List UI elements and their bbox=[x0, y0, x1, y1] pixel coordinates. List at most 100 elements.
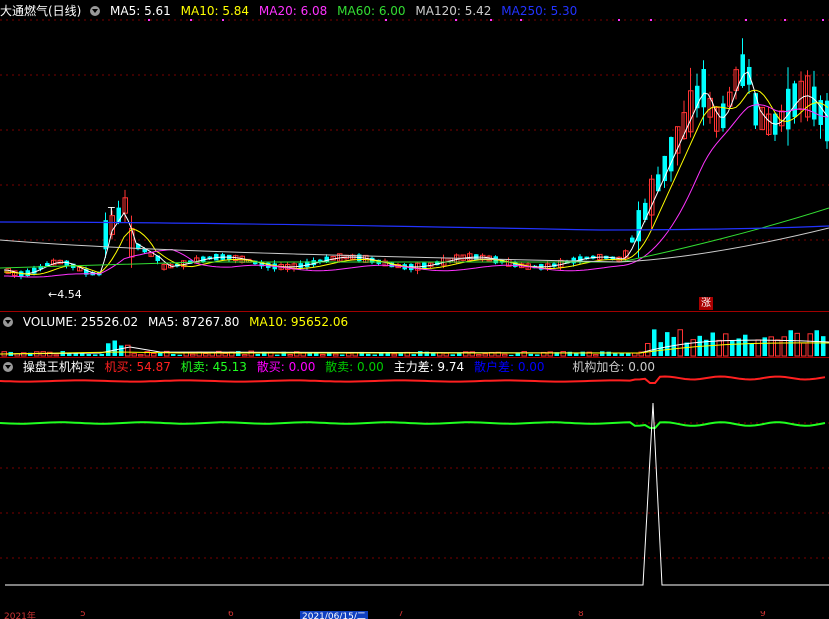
volume-bar bbox=[138, 354, 144, 357]
volume-bar bbox=[710, 332, 715, 356]
volume-bar bbox=[151, 352, 157, 357]
volume-bar bbox=[801, 342, 807, 357]
volume-bar bbox=[80, 353, 85, 356]
volume-bar bbox=[450, 354, 455, 356]
volume-bar bbox=[300, 352, 306, 357]
volume-bar bbox=[340, 354, 345, 356]
jigou-mai-out-line bbox=[0, 421, 826, 429]
volume-bar bbox=[821, 336, 826, 356]
volume-bar bbox=[99, 353, 104, 356]
volume-ma10-label: MA10: 95652.06 bbox=[249, 315, 349, 329]
arrow-icon: ← bbox=[48, 288, 58, 301]
volume-bar bbox=[749, 343, 754, 356]
indicator-legend: 操盘王机构买 机买: 54.87 机卖: 45.13 散买: 0.00 散卖: … bbox=[0, 358, 661, 376]
jigou-mai-label: 机买: 54.87 bbox=[104, 360, 171, 374]
price-legend: 大通燃气(日线) MA5: 5.61 MA10: 5.84 MA20: 6.08… bbox=[0, 2, 583, 20]
volume-settings-icon[interactable] bbox=[3, 317, 13, 327]
volume-bar bbox=[372, 354, 377, 356]
volume-bar bbox=[171, 354, 176, 356]
date-month-8: 8 bbox=[578, 611, 584, 619]
indicator-name[interactable]: 操盘王机构买 bbox=[23, 360, 95, 374]
volume-bar bbox=[242, 354, 248, 357]
t-marker: T bbox=[108, 205, 115, 218]
jigou-jiacang-label: 机构加仓: 0.00 bbox=[572, 360, 655, 374]
volume-bar bbox=[53, 354, 59, 357]
volume-bar bbox=[580, 351, 585, 356]
volume-bar bbox=[606, 351, 611, 356]
volume-bar bbox=[807, 333, 813, 357]
volume-bar bbox=[743, 334, 748, 356]
volume-value-label: VOLUME: 25526.02 bbox=[22, 315, 139, 329]
zhuli-cha-label: 主力差: 9.74 bbox=[393, 360, 465, 374]
volume-bar bbox=[665, 332, 670, 356]
ma250-line bbox=[0, 221, 829, 231]
ma20-line bbox=[4, 104, 829, 278]
volume-bar bbox=[112, 340, 117, 356]
zhuli-cha-line bbox=[5, 402, 829, 586]
volume-bar bbox=[119, 345, 124, 356]
volume-bar bbox=[222, 352, 228, 357]
volume-bar bbox=[502, 353, 508, 357]
signal-dot bbox=[618, 19, 620, 21]
selected-date[interactable]: 2021/06/15/二 bbox=[300, 611, 368, 619]
volume-bar bbox=[593, 354, 599, 357]
low-price-marker: ←4.54 bbox=[48, 288, 82, 301]
jigou-mai-line bbox=[0, 375, 826, 384]
indicator-pane[interactable]: 操盘王机构买 机买: 54.87 机卖: 45.13 散买: 0.00 散卖: … bbox=[0, 358, 829, 611]
candle-body bbox=[740, 54, 745, 87]
volume-bar bbox=[287, 354, 293, 357]
volume-bar bbox=[275, 354, 280, 356]
volume-bar bbox=[86, 354, 91, 356]
volume-bar bbox=[755, 339, 761, 357]
ma250-label: MA250: 5.30 bbox=[501, 4, 578, 18]
volume-bar bbox=[73, 353, 78, 356]
date-month-7: 7 bbox=[398, 611, 404, 619]
ma10-line bbox=[3, 89, 829, 275]
ma5-label: MA5: 5.61 bbox=[110, 4, 171, 18]
signal-dot bbox=[822, 19, 824, 21]
date-year: 2021年 bbox=[4, 612, 36, 619]
volume-legend: VOLUME: 25526.02 MA5: 87267.80 MA10: 956… bbox=[0, 313, 354, 331]
volume-bar bbox=[560, 351, 566, 357]
date-month-5: 5 bbox=[80, 611, 86, 619]
volume-bar bbox=[658, 342, 663, 356]
date-month-9: 9 bbox=[760, 611, 766, 619]
volume-bar bbox=[177, 354, 182, 356]
date-axis[interactable]: 2021年 5 6 2021/06/15/二 7 8 9 bbox=[0, 611, 829, 619]
candlestick-chart[interactable] bbox=[0, 0, 829, 311]
volume-bar bbox=[391, 353, 397, 357]
volume-bar bbox=[509, 354, 514, 356]
ma120-label: MA120: 5.42 bbox=[415, 4, 492, 18]
volume-bar bbox=[736, 338, 741, 356]
volume-bar bbox=[677, 329, 683, 357]
candle-body bbox=[630, 237, 635, 243]
candle-body bbox=[103, 220, 108, 250]
date-month-6: 6 bbox=[228, 611, 234, 619]
volume-bar bbox=[190, 353, 196, 357]
volume-bar bbox=[690, 339, 696, 357]
volume-bar bbox=[320, 353, 326, 357]
ma20-label: MA20: 6.08 bbox=[258, 4, 328, 18]
volume-bar bbox=[411, 354, 416, 356]
price-pane[interactable]: 大通燃气(日线) MA5: 5.61 MA10: 5.84 MA20: 6.08… bbox=[0, 0, 829, 311]
volume-bar bbox=[528, 353, 533, 356]
volume-pane[interactable]: VOLUME: 25526.02 MA5: 87267.80 MA10: 956… bbox=[0, 312, 829, 357]
pane-divider bbox=[0, 311, 829, 312]
volume-bar bbox=[684, 342, 689, 356]
signal-dot bbox=[650, 19, 652, 21]
ma120-line bbox=[0, 227, 829, 263]
volume-bar bbox=[482, 353, 488, 357]
sanhu-mai-label: 散买: 0.00 bbox=[256, 360, 316, 374]
sanhu-cha-label: 散户差: 0.00 bbox=[473, 360, 545, 374]
volume-bar bbox=[333, 353, 339, 357]
pane-divider bbox=[0, 357, 829, 358]
volume-bar bbox=[600, 351, 605, 356]
settings-dropdown-icon[interactable] bbox=[90, 6, 101, 16]
indicator-chart[interactable] bbox=[0, 358, 829, 611]
candle-body bbox=[753, 93, 758, 126]
candle-body bbox=[786, 88, 791, 130]
volume-bar bbox=[775, 339, 781, 357]
indicator-settings-icon[interactable] bbox=[3, 362, 13, 372]
volume-bar bbox=[106, 343, 111, 356]
volume-bar bbox=[632, 352, 638, 357]
